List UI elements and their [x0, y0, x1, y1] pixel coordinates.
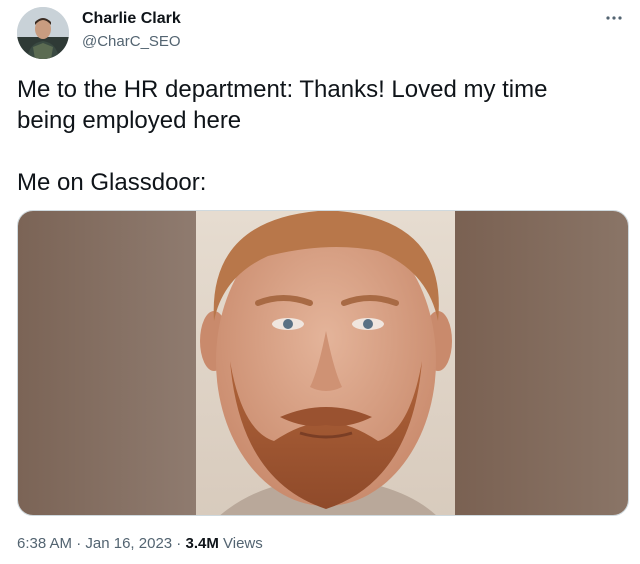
portrait-photo-icon: [18, 211, 628, 515]
tweet-meta: 6:38 AM · Jan 16, 2023 · 3.4M Views: [17, 535, 263, 552]
ellipsis-icon: [606, 16, 622, 20]
tweet-line: Me on Glassdoor:: [17, 169, 207, 196]
avatar-photo-icon: [17, 7, 69, 59]
separator: ·: [172, 535, 186, 552]
tweet-date[interactable]: Jan 16, 2023: [85, 535, 172, 552]
views-label: Views: [218, 535, 263, 552]
tweet-line: Me to the HR department: Thanks! Loved m…: [17, 76, 548, 103]
views-count: 3.4M: [185, 535, 219, 552]
separator: ·: [72, 535, 86, 552]
tweet-text: Me to the HR department: Thanks! Loved m…: [17, 74, 617, 198]
avatar[interactable]: [17, 7, 69, 59]
tweet-media-image[interactable]: [17, 210, 629, 516]
tweet-time[interactable]: 6:38 AM: [17, 535, 72, 552]
more-options-button[interactable]: [602, 6, 626, 30]
tweet-line: being employed here: [17, 107, 242, 134]
author-name[interactable]: Charlie Clark: [82, 10, 181, 28]
author-handle[interactable]: @CharC_SEO: [82, 33, 181, 50]
